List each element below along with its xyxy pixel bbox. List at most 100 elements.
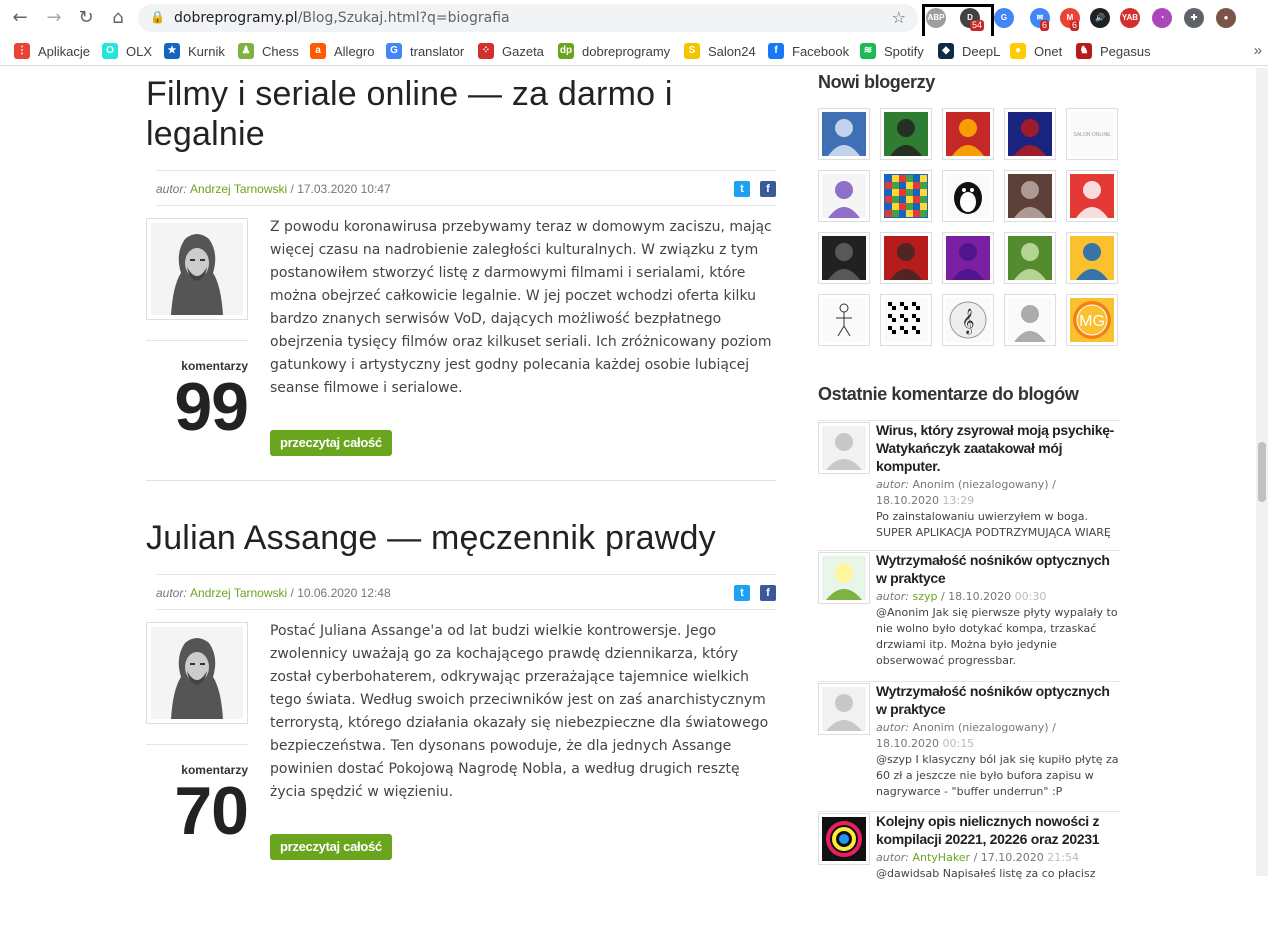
address-bar[interactable]: 🔒 dobreprogramy.pl/Blog,Szukaj.html?q=bi… — [138, 4, 918, 32]
blogger-avatar[interactable] — [942, 232, 994, 284]
commenter-avatar[interactable] — [818, 813, 870, 865]
blogger-avatar[interactable] — [880, 108, 932, 160]
forward-icon[interactable]: → — [42, 6, 66, 30]
bookmark-onet[interactable]: ● Onet — [1010, 42, 1062, 60]
author-avatar[interactable] — [146, 218, 248, 320]
volume-icon[interactable]: 🔊 — [1090, 8, 1110, 28]
bookmark-olx[interactable]: O OLX — [102, 42, 152, 60]
yoda-icon — [1008, 236, 1052, 280]
blogger-avatar[interactable]: SALON ONLINE — [1066, 108, 1118, 160]
bookmark-dobreprogramy[interactable]: dp dobreprogramy — [558, 42, 670, 60]
comments-counter[interactable]: komentarzy 99 — [146, 340, 249, 441]
facebook-share-icon[interactable]: f — [760, 181, 776, 197]
puzzle-icon[interactable]: ✚ — [1184, 8, 1204, 28]
comments-counter[interactable]: komentarzy 70 — [146, 744, 249, 845]
blogger-avatar[interactable] — [818, 294, 870, 346]
user-avatar-icon — [822, 687, 866, 731]
bookmark-allegro[interactable]: a Allegro — [310, 42, 374, 60]
comment-author[interactable]: Anonim (niezalogowany) — [912, 478, 1048, 491]
profile-icon[interactable]: ● — [1216, 8, 1236, 28]
blogger-avatar[interactable] — [1004, 232, 1056, 284]
bookmark-star-icon[interactable]: ☆ — [892, 8, 906, 27]
post-author-link[interactable]: Andrzej Tarnowski — [190, 586, 287, 600]
allegro-icon: a — [310, 43, 326, 59]
comment-item: Kolejny opis nielicznych nowości z kompi… — [818, 811, 1120, 931]
post-title[interactable]: Filmy i seriale online — za darmo i lega… — [146, 74, 776, 154]
comment-meta: autor: AntyHaker / 17.10.2020 21:54 — [876, 850, 1120, 866]
comment-post-title[interactable]: Wirus, który zsyrował moją psychikę- Wat… — [876, 421, 1120, 475]
twitter-share-icon[interactable]: t — [734, 181, 750, 197]
bookmarks-overflow-icon[interactable]: » — [1254, 42, 1262, 59]
blogger-avatar[interactable]: MG — [1066, 294, 1118, 346]
bookmark-chess[interactable]: ♟ Chess — [238, 42, 299, 60]
comment-author[interactable]: AntyHaker — [912, 851, 970, 864]
reload-icon[interactable]: ↻ — [74, 6, 98, 30]
comment-time: 00:30 — [1014, 590, 1047, 603]
commenter-avatar[interactable] — [818, 552, 870, 604]
new-bloggers-title: Nowi blogerzy — [818, 72, 935, 92]
blogger-avatar[interactable] — [880, 294, 932, 346]
colorpicker-icon[interactable]: ◔ — [1152, 8, 1172, 28]
comment-author-prefix: autor: — [876, 478, 909, 491]
bookmark-translator[interactable]: Gtranslator — [386, 42, 464, 60]
blogger-avatar[interactable] — [1004, 108, 1056, 160]
yab-icon[interactable]: YAB — [1120, 8, 1140, 28]
home-icon[interactable]: ⌂ — [106, 6, 130, 30]
bookmark-facebook[interactable]: f Facebook — [768, 42, 849, 60]
gmail-badge: 6 — [1070, 20, 1080, 31]
blogger-avatar[interactable] — [880, 170, 932, 222]
blogger-avatar[interactable] — [818, 108, 870, 160]
bookmark-pegasus[interactable]: ♞ Pegasus — [1076, 42, 1151, 60]
blogger-avatar[interactable] — [1066, 170, 1118, 222]
author-prefix: autor: — [156, 586, 187, 600]
blogger-avatar[interactable]: 𝄞 — [942, 294, 994, 346]
blogger-avatar[interactable] — [1066, 232, 1118, 284]
bookmark-deepl[interactable]: ◆ DeepL — [938, 42, 1000, 60]
browser-toolbar: ← → ↻ ⌂ 🔒 dobreprogramy.pl/Blog,Szukaj.h… — [0, 0, 1268, 40]
blogger-avatar[interactable] — [1004, 170, 1056, 222]
page-scrollbar[interactable] — [1256, 68, 1268, 876]
comment-body: Wytrzymałość nośników optycznych w prakt… — [876, 551, 1120, 669]
comment-post-title[interactable]: Wytrzymałość nośników optycznych w prakt… — [876, 551, 1120, 587]
comment-post-title[interactable]: Kolejny opis nielicznych nowości z kompi… — [876, 812, 1120, 848]
blogger-avatar[interactable] — [1004, 294, 1056, 346]
comment-author-prefix: autor: — [876, 721, 909, 734]
twitter-share-icon[interactable]: t — [734, 585, 750, 601]
highlight-box — [922, 4, 994, 40]
post-title[interactable]: Julian Assange — męczennik prawdy — [146, 518, 776, 558]
facebook-share-icon[interactable]: f — [760, 585, 776, 601]
bookmark-salon24[interactable]: S Salon24 — [684, 42, 756, 60]
comment-text: @dawidsab Napisałeś listę za co płacisz — [876, 867, 1096, 880]
bookmark-spotify[interactable]: ≋ Spotify — [860, 42, 924, 60]
comment-date: / 17.10.2020 — [973, 851, 1044, 864]
bookmark-label: Allegro — [334, 43, 375, 59]
commenter-avatar[interactable] — [818, 683, 870, 735]
back-icon[interactable]: ← — [8, 6, 32, 30]
blogger-avatar[interactable] — [818, 232, 870, 284]
author-prefix: autor: — [156, 182, 187, 196]
blogger-avatar[interactable] — [942, 108, 994, 160]
commenter-avatar[interactable] — [818, 422, 870, 474]
bookmark-aplikacje[interactable]: ⋮ Aplikacje — [14, 42, 90, 60]
bookmark-label: Facebook — [792, 43, 850, 59]
bookmark-label: dobreprogramy — [582, 43, 671, 59]
comment-post-title[interactable]: Wytrzymałość nośników optycznych w prakt… — [876, 682, 1120, 718]
comment-author[interactable]: Anonim (niezalogowany) — [912, 721, 1048, 734]
post-date: / 17.03.2020 10:47 — [290, 182, 391, 196]
blogger-avatar[interactable] — [818, 170, 870, 222]
author-avatar[interactable] — [146, 622, 248, 724]
dp-icon: dp — [558, 43, 574, 59]
svg-text:𝄞: 𝄞 — [961, 308, 974, 334]
post-author-link[interactable]: Andrzej Tarnowski — [190, 182, 287, 196]
blogger-avatar[interactable] — [942, 170, 994, 222]
user-avatar-icon — [822, 556, 866, 600]
read-more-button[interactable]: przeczytaj całość — [270, 430, 392, 456]
read-more-button[interactable]: przeczytaj całość — [270, 834, 392, 860]
user-avatar-icon — [822, 426, 866, 470]
comment-author[interactable]: szyp — [912, 590, 937, 603]
scrollbar-thumb[interactable] — [1258, 442, 1266, 502]
translate-icon[interactable]: G — [994, 8, 1014, 28]
blogger-avatar[interactable] — [880, 232, 932, 284]
bookmark-gazeta[interactable]: ⁘ Gazeta — [478, 42, 544, 60]
bookmark-kurnik[interactable]: ★ Kurnik — [164, 42, 225, 60]
